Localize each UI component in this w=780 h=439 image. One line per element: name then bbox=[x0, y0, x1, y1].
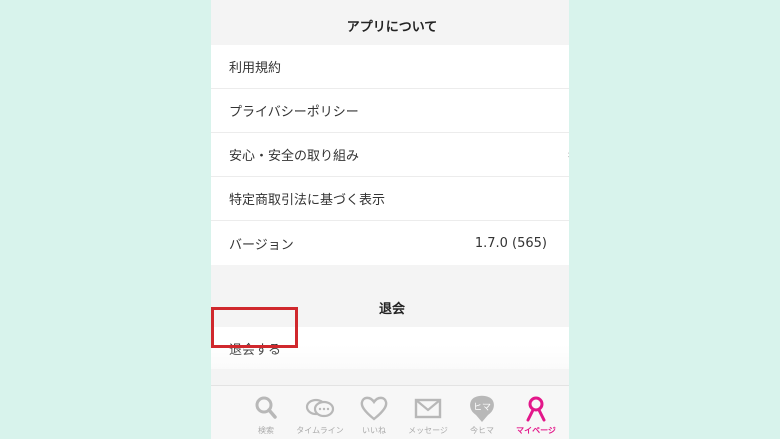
tab-search[interactable]: 検索 bbox=[239, 386, 293, 439]
tab-likes[interactable]: いいね bbox=[347, 386, 401, 439]
chevron-right-icon: › bbox=[568, 148, 569, 161]
withdraw-list: 退会する bbox=[211, 327, 569, 369]
tab-bar: 検索 タイムライン いいね メッセージ ヒマ 今ヒマ マイページ bbox=[211, 385, 569, 439]
row-commercial-label: 特定商取引法に基づく表示 bbox=[229, 193, 386, 208]
about-list: 利用規約 プライバシーポリシー 安心・安全の取り組み › 特定商取引法に基づく表… bbox=[211, 45, 569, 265]
tab-now-free[interactable]: ヒマ 今ヒマ bbox=[455, 386, 509, 439]
row-terms[interactable]: 利用規約 bbox=[211, 45, 569, 89]
row-privacy-policy[interactable]: プライバシーポリシー bbox=[211, 89, 569, 133]
version-value: 1.7.0 (565) bbox=[474, 235, 547, 251]
pin-glyph: ヒマ bbox=[473, 402, 491, 413]
envelope-icon bbox=[414, 398, 442, 419]
row-commercial-law[interactable]: 特定商取引法に基づく表示 bbox=[211, 177, 569, 221]
tab-mypage-label: マイページ bbox=[516, 426, 556, 435]
tab-timeline[interactable]: タイムライン bbox=[293, 386, 347, 439]
about-section-header: アプリについて bbox=[346, 20, 438, 35]
tab-messages[interactable]: メッセージ bbox=[401, 386, 455, 439]
tab-mypage[interactable]: マイページ bbox=[509, 386, 563, 439]
pin-icon: ヒマ bbox=[470, 395, 494, 422]
tab-likes-label: いいね bbox=[362, 426, 386, 435]
withdraw-button[interactable]: 退会する bbox=[211, 339, 281, 358]
row-version: バージョン 1.7.0 (565) bbox=[211, 221, 569, 265]
row-safety[interactable]: 安心・安全の取り組み › bbox=[211, 133, 569, 177]
person-icon bbox=[526, 396, 546, 422]
tab-search-label: 検索 bbox=[258, 426, 274, 435]
tab-messages-label: メッセージ bbox=[408, 426, 448, 435]
heart-icon bbox=[360, 396, 388, 421]
tab-timeline-label: タイムライン bbox=[296, 426, 344, 435]
phone-screen: アプリについて 利用規約 プライバシーポリシー 安心・安全の取り組み › 特定商… bbox=[211, 0, 569, 439]
row-terms-label: 利用規約 bbox=[229, 61, 282, 76]
row-version-label: バージョン bbox=[229, 237, 294, 253]
chat-bubbles-icon bbox=[305, 398, 335, 418]
row-safety-label: 安心・安全の取り組み bbox=[229, 149, 360, 164]
row-privacy-label: プライバシーポリシー bbox=[229, 105, 359, 120]
withdraw-section-header: 退会 bbox=[378, 301, 405, 317]
tab-now-free-label: 今ヒマ bbox=[470, 426, 494, 435]
search-icon bbox=[255, 396, 277, 419]
